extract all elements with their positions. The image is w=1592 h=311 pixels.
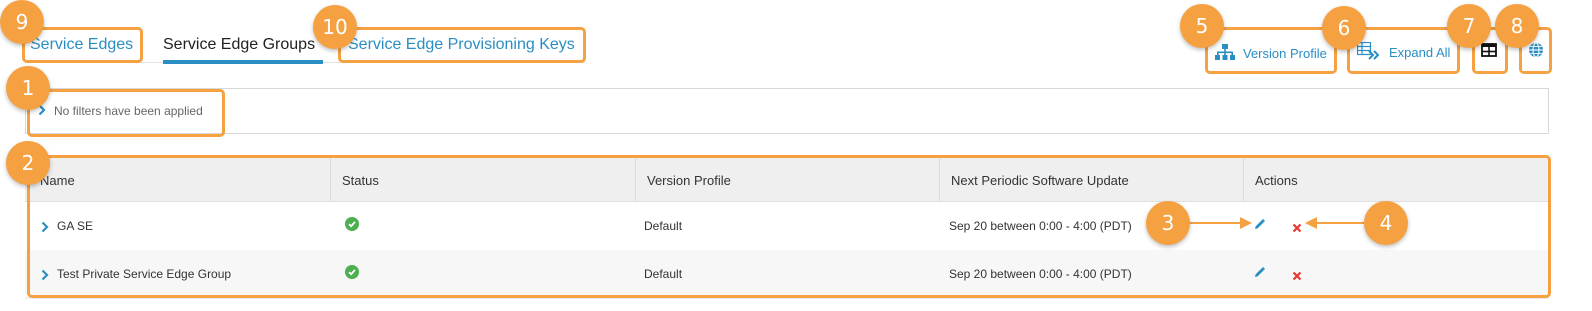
callout-7: 7 — [1447, 4, 1491, 48]
callout-10: 10 — [313, 5, 357, 49]
callout-5: 5 — [1180, 4, 1224, 48]
tab-service-edge-groups[interactable]: Service Edge Groups — [163, 36, 315, 54]
active-tab-indicator — [163, 60, 323, 64]
filter-bar: No filters have been applied — [25, 88, 1549, 134]
callout-9: 9 — [0, 0, 44, 44]
callout-6: 6 — [1322, 6, 1366, 50]
arrowhead-left-icon — [1305, 217, 1317, 229]
callout-8: 8 — [1495, 4, 1539, 48]
annotation-box-10 — [338, 27, 586, 63]
annotation-box-1 — [27, 89, 225, 137]
callout-1: 1 — [6, 66, 50, 110]
callout-3: 3 — [1146, 201, 1190, 245]
callout-2: 2 — [6, 141, 50, 185]
annotation-box-2 — [27, 155, 1551, 298]
annotation-box-5 — [1205, 27, 1337, 74]
callout-4: 4 — [1364, 201, 1408, 245]
arrowhead-right-icon — [1240, 217, 1252, 229]
annotation-arrow-4 — [1315, 222, 1365, 224]
annotation-arrow-3 — [1188, 222, 1243, 224]
